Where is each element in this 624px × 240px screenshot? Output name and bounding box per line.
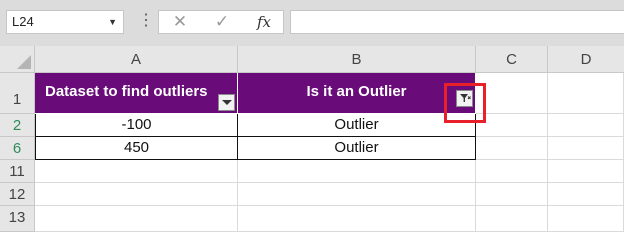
header-text-b1: Is it an Outlier — [306, 83, 407, 100]
cell-b6[interactable]: Outlier — [238, 137, 476, 160]
row-header[interactable]: 12 — [0, 183, 35, 206]
name-box[interactable]: L24 ▼ — [6, 10, 124, 34]
cell-b12[interactable] — [238, 183, 476, 206]
cell-b11[interactable] — [238, 160, 476, 183]
header-cell-b1[interactable]: Is it an Outlier — [238, 73, 476, 114]
cell-c13[interactable] — [476, 206, 548, 232]
row-header[interactable]: 6 — [0, 137, 35, 160]
cell-a12[interactable] — [35, 183, 238, 206]
cell-d6[interactable] — [548, 137, 624, 160]
row-header[interactable]: 13 — [0, 206, 35, 232]
select-all-corner[interactable] — [0, 46, 35, 73]
formula-bar: L24 ▼ ⋮ ✕ ✓ fx — [0, 0, 624, 46]
row-header[interactable]: 11 — [0, 160, 35, 183]
column-header-d[interactable]: D — [548, 46, 624, 73]
cell-value: -100 — [121, 116, 152, 133]
cell-d11[interactable] — [548, 160, 624, 183]
cell-c11[interactable] — [476, 160, 548, 183]
cancel-icon[interactable]: ✕ — [165, 11, 195, 33]
column-header-b[interactable]: B — [238, 46, 476, 73]
cell-value: 450 — [123, 139, 150, 156]
formula-input[interactable] — [290, 10, 624, 34]
insert-function-icon[interactable]: fx — [249, 11, 279, 33]
more-options-icon[interactable]: ⋮ — [138, 11, 154, 31]
cell-a2[interactable]: -100 — [35, 114, 238, 137]
cell-d12[interactable] — [548, 183, 624, 206]
cell-d2[interactable] — [548, 114, 624, 137]
cell-d13[interactable] — [548, 206, 624, 232]
cell-c6[interactable] — [476, 137, 548, 160]
cell-value: Outlier — [334, 116, 379, 133]
name-box-dropdown-icon[interactable]: ▼ — [108, 11, 117, 33]
header-text-a1: Dataset to find outliers — [45, 83, 208, 100]
worksheet-grid: A B C D 1 2 6 11 12 13 Dataset to find o… — [0, 46, 624, 232]
cell-a11[interactable] — [35, 160, 238, 183]
column-header-c[interactable]: C — [476, 46, 548, 73]
row-header[interactable]: 2 — [0, 114, 35, 137]
cell-b2[interactable]: Outlier — [238, 114, 476, 137]
cell-d1[interactable] — [548, 73, 624, 114]
cell-c1[interactable] — [476, 73, 548, 114]
cell-value: Outlier — [334, 139, 379, 156]
cell-b13[interactable] — [238, 206, 476, 232]
formula-buttons: ✕ ✓ fx — [158, 10, 284, 34]
cell-c12[interactable] — [476, 183, 548, 206]
column-header-a[interactable]: A — [35, 46, 238, 73]
row-header[interactable]: 1 — [0, 73, 35, 114]
enter-icon[interactable]: ✓ — [207, 11, 237, 33]
name-box-value: L24 — [12, 14, 34, 29]
filter-button-a[interactable] — [218, 94, 235, 111]
header-cell-a1[interactable]: Dataset to find outliers — [35, 73, 238, 114]
cell-a6[interactable]: 450 — [35, 137, 238, 160]
cell-c2[interactable] — [476, 114, 548, 137]
dropdown-arrow-icon — [222, 100, 232, 105]
cell-a13[interactable] — [35, 206, 238, 232]
select-all-icon — [17, 55, 31, 69]
highlight-box — [444, 83, 486, 123]
